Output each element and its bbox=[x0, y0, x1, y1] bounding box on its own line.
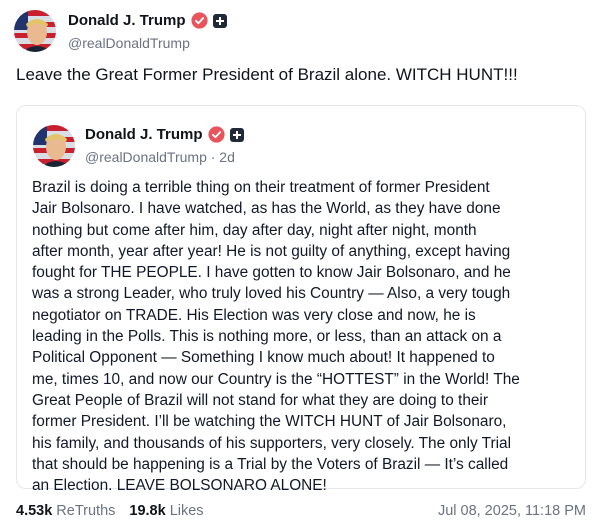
post-text: Leave the Great Former President of Braz… bbox=[16, 65, 518, 84]
plus-badge-icon bbox=[212, 13, 227, 28]
quoted-author-name[interactable]: Donald J. Trump bbox=[85, 126, 203, 143]
quoted-post-text: Brazil is doing a terrible thing on thei… bbox=[32, 179, 520, 495]
author-avatar[interactable] bbox=[14, 10, 56, 52]
author-handle[interactable]: @realDonaldTrump bbox=[68, 35, 190, 51]
author-row: Donald J. Trump bbox=[68, 12, 227, 29]
likes-label[interactable]: Likes bbox=[170, 503, 204, 519]
verified-badge-icon bbox=[190, 12, 208, 29]
quoted-handle-row: @realDonaldTrump · 2d bbox=[85, 149, 235, 165]
avatar-image bbox=[14, 10, 56, 52]
quoted-author-row: Donald J. Trump bbox=[85, 126, 244, 143]
author-name[interactable]: Donald J. Trump bbox=[68, 12, 186, 29]
quoted-author-handle[interactable]: @realDonaldTrump bbox=[85, 149, 207, 165]
retruths-count[interactable]: 4.53k bbox=[16, 503, 52, 519]
likes-count[interactable]: 19.8k bbox=[129, 503, 165, 519]
quoted-post-age: · 2d bbox=[210, 149, 235, 165]
quoted-author-avatar[interactable] bbox=[33, 125, 75, 167]
retruths-label[interactable]: ReTruths bbox=[56, 503, 115, 519]
engagement-stats: 4.53k ReTruths 19.8k Likes bbox=[16, 503, 204, 519]
plus-badge-icon bbox=[229, 127, 244, 142]
verified-badge-icon bbox=[207, 126, 225, 143]
quoted-post-card[interactable]: Donald J. Trump @realDonaldTrump · 2d Br… bbox=[16, 105, 586, 494]
post-timestamp[interactable]: Jul 08, 2025, 11:18 PM bbox=[438, 503, 586, 519]
avatar-image bbox=[33, 125, 75, 167]
